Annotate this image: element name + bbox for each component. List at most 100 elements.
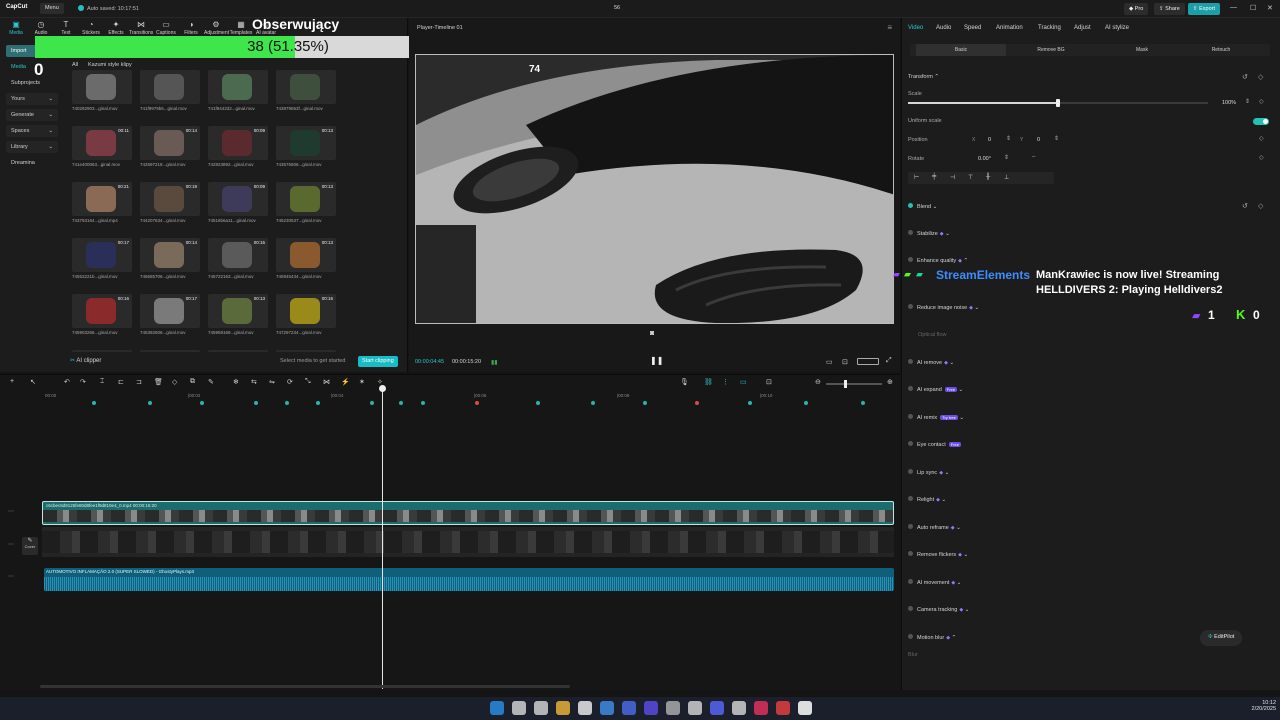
keyframe-icon[interactable]: ◇ bbox=[1258, 202, 1263, 210]
maximize-icon[interactable]: ☐ bbox=[1250, 4, 1256, 12]
beat-marker[interactable] bbox=[475, 401, 479, 405]
reverse-icon[interactable]: ⇆ bbox=[251, 378, 257, 386]
pro-button[interactable]: ◆ Pro bbox=[1124, 3, 1149, 15]
mark-icon[interactable]: ◇ bbox=[172, 378, 177, 386]
media-thumbnail[interactable]: 00:11 741e400063...ginal.mov bbox=[72, 126, 132, 178]
close-icon[interactable]: ✕ bbox=[1267, 4, 1273, 12]
player-menu-icon[interactable]: ≡ bbox=[887, 23, 892, 32]
blend-row[interactable]: Blend ⌄ bbox=[908, 203, 937, 210]
beat-marker[interactable] bbox=[92, 401, 96, 405]
media-thumbnail[interactable]: 741f944332...ginal.mov bbox=[208, 70, 268, 122]
playhead-handle[interactable] bbox=[379, 385, 386, 392]
fit-icon[interactable]: ⤡ bbox=[305, 378, 311, 386]
video-preview[interactable] bbox=[415, 54, 894, 324]
obs-icon[interactable] bbox=[732, 701, 746, 715]
stepper-icon[interactable]: ⇕ bbox=[1245, 98, 1250, 105]
editpilot-button[interactable]: ✣ EditPilot bbox=[1200, 630, 1243, 646]
calendar-icon[interactable] bbox=[578, 701, 592, 715]
game-icon[interactable] bbox=[776, 701, 790, 715]
tab-templates[interactable]: ▦ Templates bbox=[229, 20, 253, 36]
beat-marker[interactable] bbox=[804, 401, 808, 405]
transform-header[interactable]: Transform ⌃ bbox=[908, 74, 939, 80]
media-thumbnail[interactable]: 00:19 744207634...ginal.mov bbox=[140, 182, 200, 234]
relight-row[interactable]: Relight ◆ ⌄ bbox=[908, 496, 946, 503]
filter-all[interactable]: All bbox=[72, 62, 78, 68]
uniform-scale-toggle[interactable] bbox=[1253, 118, 1269, 125]
start-clipping-button[interactable]: Start clipping bbox=[358, 356, 398, 367]
scale-slider[interactable] bbox=[908, 99, 1208, 107]
tab-captions[interactable]: ▭ Captions bbox=[154, 20, 178, 36]
beat-marker[interactable] bbox=[695, 401, 699, 405]
keyframe-icon[interactable]: ◇ bbox=[1258, 73, 1263, 81]
transition-icon[interactable]: ⋈ bbox=[323, 378, 330, 386]
keyframe-icon[interactable]: ◇ bbox=[1259, 98, 1264, 105]
mic-icon[interactable]: 🎙 bbox=[680, 378, 689, 386]
track-menu-icon[interactable]: ⋯ bbox=[8, 508, 14, 515]
pause-icon[interactable]: ❚❚ bbox=[650, 356, 663, 365]
tab-animation[interactable]: Animation bbox=[996, 25, 1023, 31]
zoom-in-icon[interactable]: ⊕ bbox=[887, 378, 893, 386]
tab-speed[interactable]: Speed bbox=[964, 25, 981, 31]
align-left-icon[interactable]: ⊢ bbox=[914, 174, 919, 181]
align-middle-icon[interactable]: ╫ bbox=[986, 174, 990, 180]
camera-tracking-row[interactable]: Camera tracking ◆ ⌄ bbox=[908, 606, 969, 613]
subtab-basic[interactable]: Basic bbox=[916, 44, 1006, 56]
motion-blur-row[interactable]: Motion blur ◆ ⌃ bbox=[908, 634, 956, 641]
enhance-quality-row[interactable]: Enhance quality ◆ ⌃ bbox=[908, 257, 968, 264]
beat-marker[interactable] bbox=[536, 401, 540, 405]
tab-text[interactable]: T Text bbox=[54, 20, 78, 36]
sidebar-item-library[interactable]: Library ⌄ bbox=[6, 141, 58, 153]
subtab-remove-bg[interactable]: Remove BG bbox=[1006, 47, 1096, 53]
media-thumbnail[interactable]: 00:14 bbox=[276, 350, 336, 352]
blend-checkbox[interactable] bbox=[908, 203, 913, 208]
stabilize-checkbox[interactable] bbox=[908, 230, 913, 235]
media-thumbnail[interactable]: 00:13 745230537...ginal.mov bbox=[276, 182, 336, 234]
media-thumbnail[interactable]: 00:20 bbox=[140, 350, 200, 352]
scale-slider-handle[interactable] bbox=[1056, 99, 1060, 107]
eye-contact-row[interactable]: Eye contact Free bbox=[908, 441, 961, 448]
tab-video[interactable]: Video bbox=[908, 25, 923, 31]
align-bottom-icon[interactable]: ⊥ bbox=[1004, 174, 1009, 181]
tab-audio[interactable]: Audio bbox=[936, 25, 951, 31]
enhance-quality-checkbox[interactable] bbox=[908, 257, 913, 262]
fullscreen-icon[interactable]: ⤢ bbox=[886, 357, 892, 365]
camera-icon[interactable]: ◙ bbox=[650, 330, 654, 337]
undo-icon[interactable]: ↶ bbox=[64, 378, 70, 386]
sidebar-item-yours[interactable]: Yours ⌄ bbox=[6, 93, 58, 105]
sidebar-item-spaces[interactable]: Spaces ⌄ bbox=[6, 125, 58, 137]
keyframe-icon[interactable]: ◇ bbox=[1259, 135, 1264, 142]
media-thumbnail[interactable]: 00:17 74553221b...ginal.mov bbox=[72, 238, 132, 290]
zoom-fit-icon[interactable]: ⊡ bbox=[766, 378, 772, 386]
media-thumbnail[interactable] bbox=[208, 350, 268, 352]
reset-icon[interactable]: ↺ bbox=[1242, 73, 1248, 81]
link-icon[interactable]: ⛓ bbox=[704, 378, 713, 386]
store-icon[interactable] bbox=[600, 701, 614, 715]
remove-flickers-checkbox[interactable] bbox=[908, 551, 913, 556]
ai-icon[interactable]: ✶ bbox=[359, 378, 365, 386]
share-button[interactable]: ⇪ Share bbox=[1154, 3, 1185, 15]
track-menu-icon[interactable]: ⋯ bbox=[8, 541, 14, 548]
media-thumbnail[interactable]: 00:21 743793164...ginal.mp4 bbox=[72, 182, 132, 234]
tab-adjust[interactable]: Adjust bbox=[1074, 25, 1091, 31]
crop-icon[interactable]: ⧉ bbox=[190, 378, 195, 386]
sidebar-item-generate[interactable]: Generate ⌄ bbox=[6, 109, 58, 121]
subtab-retouch[interactable]: Retouch bbox=[1176, 47, 1266, 53]
auto-reframe-checkbox[interactable] bbox=[908, 524, 913, 529]
media-thumbnail[interactable]: 00:14 745685706...ginal.mov bbox=[140, 238, 200, 290]
tab-transitions[interactable]: ⋈ Transitions bbox=[129, 20, 153, 36]
align-center-icon[interactable]: ╪ bbox=[932, 174, 936, 180]
tab-tracking[interactable]: Tracking bbox=[1038, 25, 1061, 31]
remove-flickers-row[interactable]: Remove flickers ◆ ⌄ bbox=[908, 551, 968, 558]
media-thumbnail[interactable]: 00:15 745722163...ginal.mov bbox=[208, 238, 268, 290]
media-thumbnail[interactable]: 00:14 742597218...ginal.mov bbox=[140, 126, 200, 178]
playhead[interactable] bbox=[379, 385, 386, 689]
folder-breadcrumb[interactable]: Kazumi style klipy bbox=[88, 62, 132, 68]
speed-icon[interactable]: ⚡ bbox=[341, 378, 350, 386]
video-clip[interactable]: c6cbec8d9125fe80d8fee1f9d810e4_0.mp4 00:… bbox=[42, 501, 894, 525]
media-thumbnail[interactable]: 00:16 745903256...ginal.mov bbox=[72, 294, 132, 346]
track-menu-icon[interactable]: ⋯ bbox=[8, 573, 14, 580]
media-thumbnail[interactable]: 741f9979b6...ginal.mov bbox=[140, 70, 200, 122]
tiktok-icon[interactable] bbox=[754, 701, 768, 715]
align-right-icon[interactable]: ⊣ bbox=[950, 174, 955, 181]
media-thumbnail[interactable]: 00:09 74516b6a11...ginal.mov bbox=[208, 182, 268, 234]
